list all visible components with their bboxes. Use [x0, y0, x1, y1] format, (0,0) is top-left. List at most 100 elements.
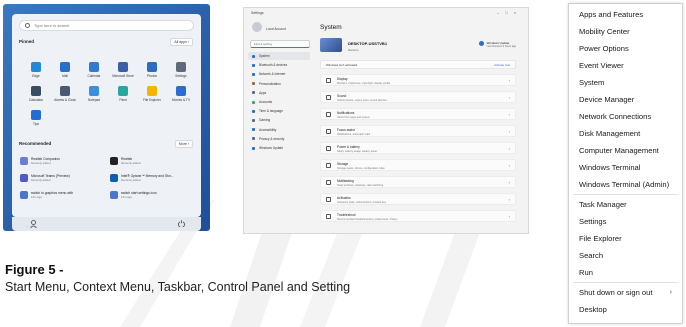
- menu-item-shut-down-or-sign-out[interactable]: Shut down or sign out ›: [569, 284, 682, 301]
- folder-icon: [147, 86, 157, 96]
- activation-icon: [326, 197, 331, 202]
- pinned-app[interactable]: Photos: [138, 62, 166, 78]
- settings-row[interactable]: Sound Volume levels, output, input, sound…: [320, 91, 516, 103]
- menu-item-network-connections[interactable]: Network Connections: [569, 108, 682, 125]
- pinned-app-label: Movies & TV: [171, 98, 190, 102]
- sidebar-item-network-internet[interactable]: Network & internet: [248, 70, 310, 78]
- menu-item-device-manager[interactable]: Device Manager: [569, 91, 682, 108]
- power-icon[interactable]: [178, 220, 185, 227]
- sidebar-item-time-language[interactable]: Time & language: [248, 107, 310, 115]
- sidebar-item-label: Network & internet: [259, 72, 286, 77]
- sidebar-item-label: System: [259, 54, 270, 58]
- menu-item-power-options[interactable]: Power Options: [569, 40, 682, 57]
- settings-search-input[interactable]: Find a setting: [250, 40, 310, 48]
- menu-item-run[interactable]: Run: [569, 264, 682, 281]
- menu-separator: [573, 282, 678, 283]
- menu-item-windows-terminal-admin[interactable]: Windows Terminal (Admin): [569, 176, 682, 193]
- activate-now-link[interactable]: Activate now: [494, 63, 510, 67]
- recommended-item[interactable]: Realtek Companion Recently added: [20, 157, 96, 165]
- sidebar-item-privacy-security[interactable]: Privacy & security: [248, 135, 310, 143]
- pinned-app[interactable]: Settings: [167, 62, 195, 78]
- sidebar-item-gaming[interactable]: Gaming: [248, 116, 310, 124]
- settings-window: Settings –□× Local Account Find a settin…: [243, 7, 529, 234]
- movies-icon: [176, 86, 186, 96]
- settings-row[interactable]: Power & battery Sleep, battery usage, bat…: [320, 142, 516, 154]
- intel-icon: [110, 174, 118, 182]
- settings-main: System DESKTOP-USSTVB1 Rename Windows Up…: [316, 18, 520, 233]
- sidebar-item-apps[interactable]: Apps: [248, 89, 310, 97]
- pinned-app[interactable]: Mail: [51, 62, 79, 78]
- recommended-title: Recommended: [19, 141, 52, 146]
- menu-item-task-manager[interactable]: Task Manager: [569, 196, 682, 213]
- user-icon[interactable]: [30, 220, 37, 228]
- menu-item-mobility-center[interactable]: Mobility Center: [569, 23, 682, 40]
- pinned-app[interactable]: Edge: [22, 62, 50, 78]
- settings-row-title: Power & battery: [337, 145, 360, 149]
- pinned-app[interactable]: Alarms & Clock: [51, 86, 79, 102]
- recommended-item[interactable]: switch start settings icon 13m ago: [110, 191, 186, 199]
- settings-row[interactable]: Display Monitors, brightness, night light…: [320, 74, 516, 86]
- sidebar-item-bluetooth-devices[interactable]: Bluetooth & devices: [248, 61, 310, 69]
- settings-row-title: Sound: [337, 94, 347, 98]
- alarm-icon: [60, 86, 70, 96]
- pinned-app[interactable]: Calendar: [80, 62, 108, 78]
- sidebar-item-accessibility[interactable]: Accessibility: [248, 126, 310, 134]
- menu-item-event-viewer[interactable]: Event Viewer: [569, 57, 682, 74]
- menu-item-file-explorer[interactable]: File Explorer: [569, 230, 682, 247]
- teams-icon: [20, 174, 28, 182]
- recommended-item[interactable]: Intel® Optane™ Memory and Stor... Recentl…: [110, 174, 186, 182]
- windows-update-status[interactable]: Windows Update Last checked: 4 hours ago: [478, 41, 516, 48]
- more-button[interactable]: More ›: [174, 140, 193, 148]
- recommended-item[interactable]: switch to graphics menu with 13m ago: [20, 191, 96, 199]
- doc-icon: [110, 191, 118, 199]
- menu-item-apps-and-features[interactable]: Apps and Features: [569, 6, 682, 23]
- sidebar-item-windows-update[interactable]: Windows Update: [248, 144, 310, 152]
- sidebar-item-label: Bluetooth & devices: [259, 63, 288, 68]
- menu-item-windows-terminal[interactable]: Windows Terminal: [569, 159, 682, 176]
- pinned-app[interactable]: Paint: [109, 86, 137, 102]
- all-apps-button[interactable]: All apps ›: [170, 38, 193, 46]
- user-name: Local Account: [266, 27, 286, 31]
- settings-row[interactable]: Notifications Alerts from apps and system…: [320, 108, 516, 120]
- close-icon[interactable]: ×: [514, 10, 522, 15]
- settings-row[interactable]: Troubleshoot Recommended troubleshooters,…: [320, 210, 516, 222]
- power-icon: [326, 146, 331, 151]
- menu-item-disk-management[interactable]: Disk Management: [569, 125, 682, 142]
- maximize-icon[interactable]: □: [505, 10, 513, 15]
- rename-link[interactable]: Rename: [348, 48, 359, 52]
- paint-icon: [118, 86, 128, 96]
- sidebar-item-personalization[interactable]: Personalization: [248, 80, 310, 88]
- device-name: DESKTOP-USSTVB1: [348, 41, 388, 46]
- settings-row[interactable]: Activation Activation state, subscription…: [320, 193, 516, 205]
- menu-item-search[interactable]: Search: [569, 247, 682, 264]
- pinned-app[interactable]: Movies & TV: [167, 86, 195, 102]
- pinned-app[interactable]: Notepad: [80, 86, 108, 102]
- settings-row[interactable]: Focus assist Notifications, automatic rul…: [320, 125, 516, 137]
- settings-row-desc: Volume levels, output, input, sound devi…: [337, 98, 387, 102]
- settings-row[interactable]: Storage Storage space, drives, configurat…: [320, 159, 516, 171]
- sidebar-item-system[interactable]: System: [248, 52, 310, 60]
- menu-item-settings[interactable]: Settings: [569, 213, 682, 230]
- accessibility-icon: [252, 128, 255, 132]
- sidebar-item-accounts[interactable]: Accounts: [248, 98, 310, 106]
- settings-row-desc: Activation state, subscriptions, product…: [337, 200, 387, 204]
- sound-icon: [326, 95, 331, 100]
- minimize-icon[interactable]: –: [497, 10, 505, 15]
- menu-item-computer-management[interactable]: Computer Management: [569, 142, 682, 159]
- apps-icon: [252, 91, 255, 95]
- recommended-item[interactable]: Microsoft Teams (Preview) Recently added: [20, 174, 96, 182]
- settings-row[interactable]: Multitasking Snap windows, desktops, task…: [320, 176, 516, 188]
- settings-row-title: Display: [337, 77, 348, 81]
- menu-item-desktop[interactable]: Desktop: [569, 301, 682, 318]
- pinned-app[interactable]: Microsoft Store: [109, 62, 137, 78]
- pinned-app[interactable]: File Explorer: [138, 86, 166, 102]
- start-search-box[interactable]: Type here to search: [19, 20, 194, 31]
- pinned-app[interactable]: Tips: [22, 110, 50, 126]
- avatar[interactable]: [252, 22, 262, 32]
- store-icon: [118, 62, 128, 72]
- recommended-item[interactable]: Realtek Recently added: [110, 157, 186, 165]
- menu-item-system[interactable]: System: [569, 74, 682, 91]
- settings-window-title: Settings: [251, 11, 264, 15]
- pinned-app[interactable]: Calculator: [22, 86, 50, 102]
- shield-icon: [252, 137, 255, 141]
